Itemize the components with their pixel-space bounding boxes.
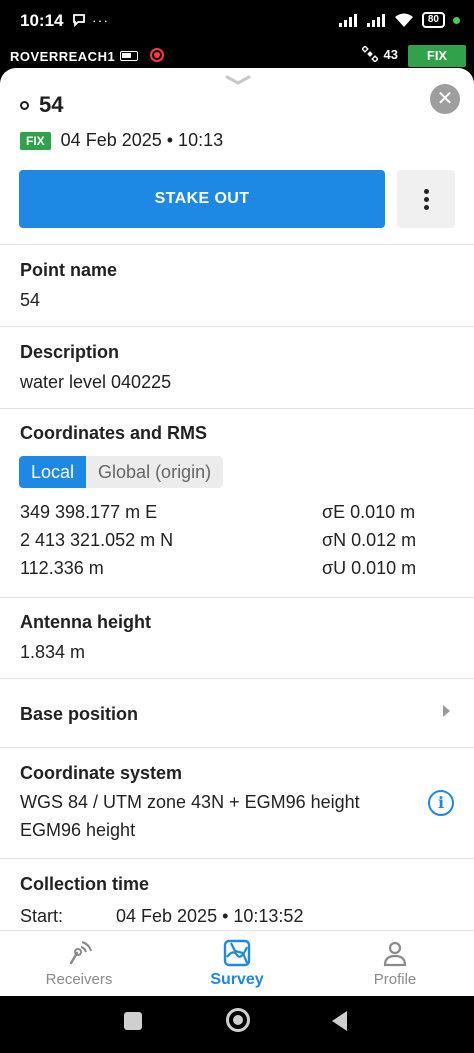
status-bar: 10:14 ··· 80 [0, 0, 474, 40]
info-icon[interactable]: i [428, 790, 454, 816]
point-details-sheet: 54 ✕ FIX 04 Feb 2025 • 10:13 STAKE OUT P… [0, 68, 474, 930]
divider [0, 326, 474, 327]
base-position-label: Base position [20, 704, 139, 724]
point-title-text: 54 [39, 92, 64, 117]
more-vert-icon [424, 189, 429, 194]
signal-icon [338, 14, 357, 27]
back-icon[interactable] [332, 1011, 347, 1031]
system-navigation-bar [0, 996, 474, 1053]
nav-receivers[interactable]: Receivers [0, 931, 158, 997]
description-label: Description [20, 342, 120, 362]
coordinate-system-label: Coordinate system [20, 763, 183, 783]
fix-status-badge: FIX [408, 45, 466, 67]
nav-profile[interactable]: Profile [316, 931, 474, 997]
tab-local[interactable]: Local [19, 456, 87, 488]
status-time: 10:14 [20, 11, 64, 30]
profile-icon [383, 941, 407, 967]
tab-global-origin[interactable]: Global (origin) [86, 456, 224, 488]
rms-e-value: σE 0.010 m [322, 502, 416, 522]
rms-u-value: σU 0.010 m [322, 558, 417, 578]
easting-value: 349 398.177 m E [20, 502, 158, 522]
more-notifications-icon: ··· [92, 12, 109, 28]
wifi-icon [394, 13, 413, 27]
battery-icon: 80 [421, 12, 445, 28]
coordinates-label: Coordinates and RMS [20, 423, 208, 443]
satellite-icon [361, 46, 378, 62]
solution-row: FIX 04 Feb 2025 • 10:13 [20, 130, 223, 151]
divider [0, 408, 474, 409]
satellite-count: 43 [383, 46, 398, 62]
divider [0, 858, 474, 859]
base-position-row[interactable]: Base position [0, 679, 474, 746]
recording-icon [150, 48, 164, 62]
coordinate-mode-toggle[interactable]: Local Global (origin) [19, 456, 224, 488]
divider [0, 747, 474, 748]
recents-icon[interactable] [124, 1012, 142, 1030]
status-right-icons: 80 [338, 12, 460, 28]
fix-badge: FIX [20, 131, 51, 150]
antenna-height-label: Antenna height [20, 612, 151, 632]
chat-icon [73, 14, 85, 27]
more-vert-icon-dot [424, 197, 429, 202]
receivers-icon [69, 941, 92, 965]
collapse-handle-icon[interactable] [224, 74, 252, 86]
chevron-right-icon [443, 705, 450, 717]
more-options-button[interactable] [397, 170, 455, 228]
northing-value: 2 413 321.052 m N [20, 530, 174, 550]
bottom-navigation: Receivers Survey Profile [0, 930, 474, 996]
nav-survey-label: Survey [210, 971, 264, 988]
description-value: water level 040225 [20, 372, 172, 392]
divider [0, 244, 474, 245]
point-title: 54 [20, 92, 63, 118]
collection-start-value: 04 Feb 2025 • 10:13:52 [116, 906, 304, 926]
satellite-status: 43 [361, 46, 398, 62]
survey-icon [223, 939, 251, 967]
height-value: 112.336 m [20, 558, 104, 578]
point-name-value: 54 [20, 290, 41, 310]
coordinate-system-value: WGS 84 / UTM zone 43N + EGM96 height [20, 792, 360, 812]
signal-icon-2 [366, 14, 385, 27]
collection-time-label: Collection time [20, 874, 150, 894]
point-name-label: Point name [20, 260, 118, 280]
point-marker-icon [20, 100, 29, 110]
home-icon[interactable] [226, 1008, 250, 1032]
close-icon: ✕ [436, 88, 454, 110]
close-button[interactable]: ✕ [430, 84, 460, 114]
collection-start-label: Start: [20, 906, 64, 926]
device-name: ROVERREACH1 [10, 49, 116, 64]
coordinate-system-geoid: EGM96 height [20, 820, 136, 840]
nav-profile-label: Profile [373, 971, 417, 988]
notification-icons: ··· [72, 12, 109, 28]
device-battery-icon [120, 51, 138, 61]
fix-datetime: 04 Feb 2025 • 10:13 [60, 130, 224, 150]
antenna-height-value: 1.834 m [20, 642, 86, 662]
stake-out-button[interactable]: STAKE OUT [19, 170, 385, 228]
more-vert-icon-dot [424, 205, 429, 210]
nav-survey[interactable]: Survey [158, 931, 316, 997]
nav-receivers-label: Receivers [45, 971, 113, 988]
rms-n-value: σN 0.012 m [322, 530, 417, 550]
divider [0, 597, 474, 598]
privacy-indicator-icon [453, 16, 460, 24]
